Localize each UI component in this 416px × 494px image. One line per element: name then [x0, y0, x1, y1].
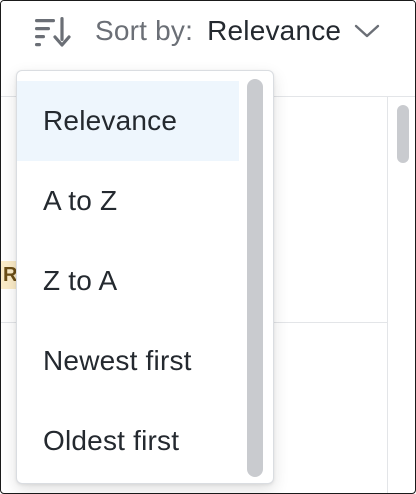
sort-options-menu: Relevance A to Z Z to A Newest first Old…	[16, 70, 274, 484]
sort-selected-value: Relevance	[207, 15, 342, 46]
sort-option-relevance[interactable]: Relevance	[17, 81, 239, 161]
sort-icon	[33, 13, 73, 49]
sort-header: Sort by: Relevance	[1, 1, 415, 63]
sort-dropdown-trigger[interactable]: Sort by: Relevance	[33, 9, 381, 53]
sort-options-list: Relevance A to Z Z to A Newest first Old…	[17, 81, 239, 481]
chevron-down-icon	[353, 21, 381, 41]
window-frame: Sort by: Relevance R Relevance A to Z Z …	[0, 0, 416, 494]
content-divider	[387, 97, 388, 493]
menu-scrollbar[interactable]	[247, 79, 263, 477]
page-scrollbar[interactable]	[397, 105, 409, 163]
sort-option-a-to-z[interactable]: A to Z	[17, 161, 239, 241]
sort-option-z-to-a[interactable]: Z to A	[17, 241, 239, 321]
sort-option-oldest-first[interactable]: Oldest first	[17, 401, 239, 481]
sort-option-newest-first[interactable]: Newest first	[17, 321, 239, 401]
sort-by-label: Sort by:	[95, 15, 194, 46]
